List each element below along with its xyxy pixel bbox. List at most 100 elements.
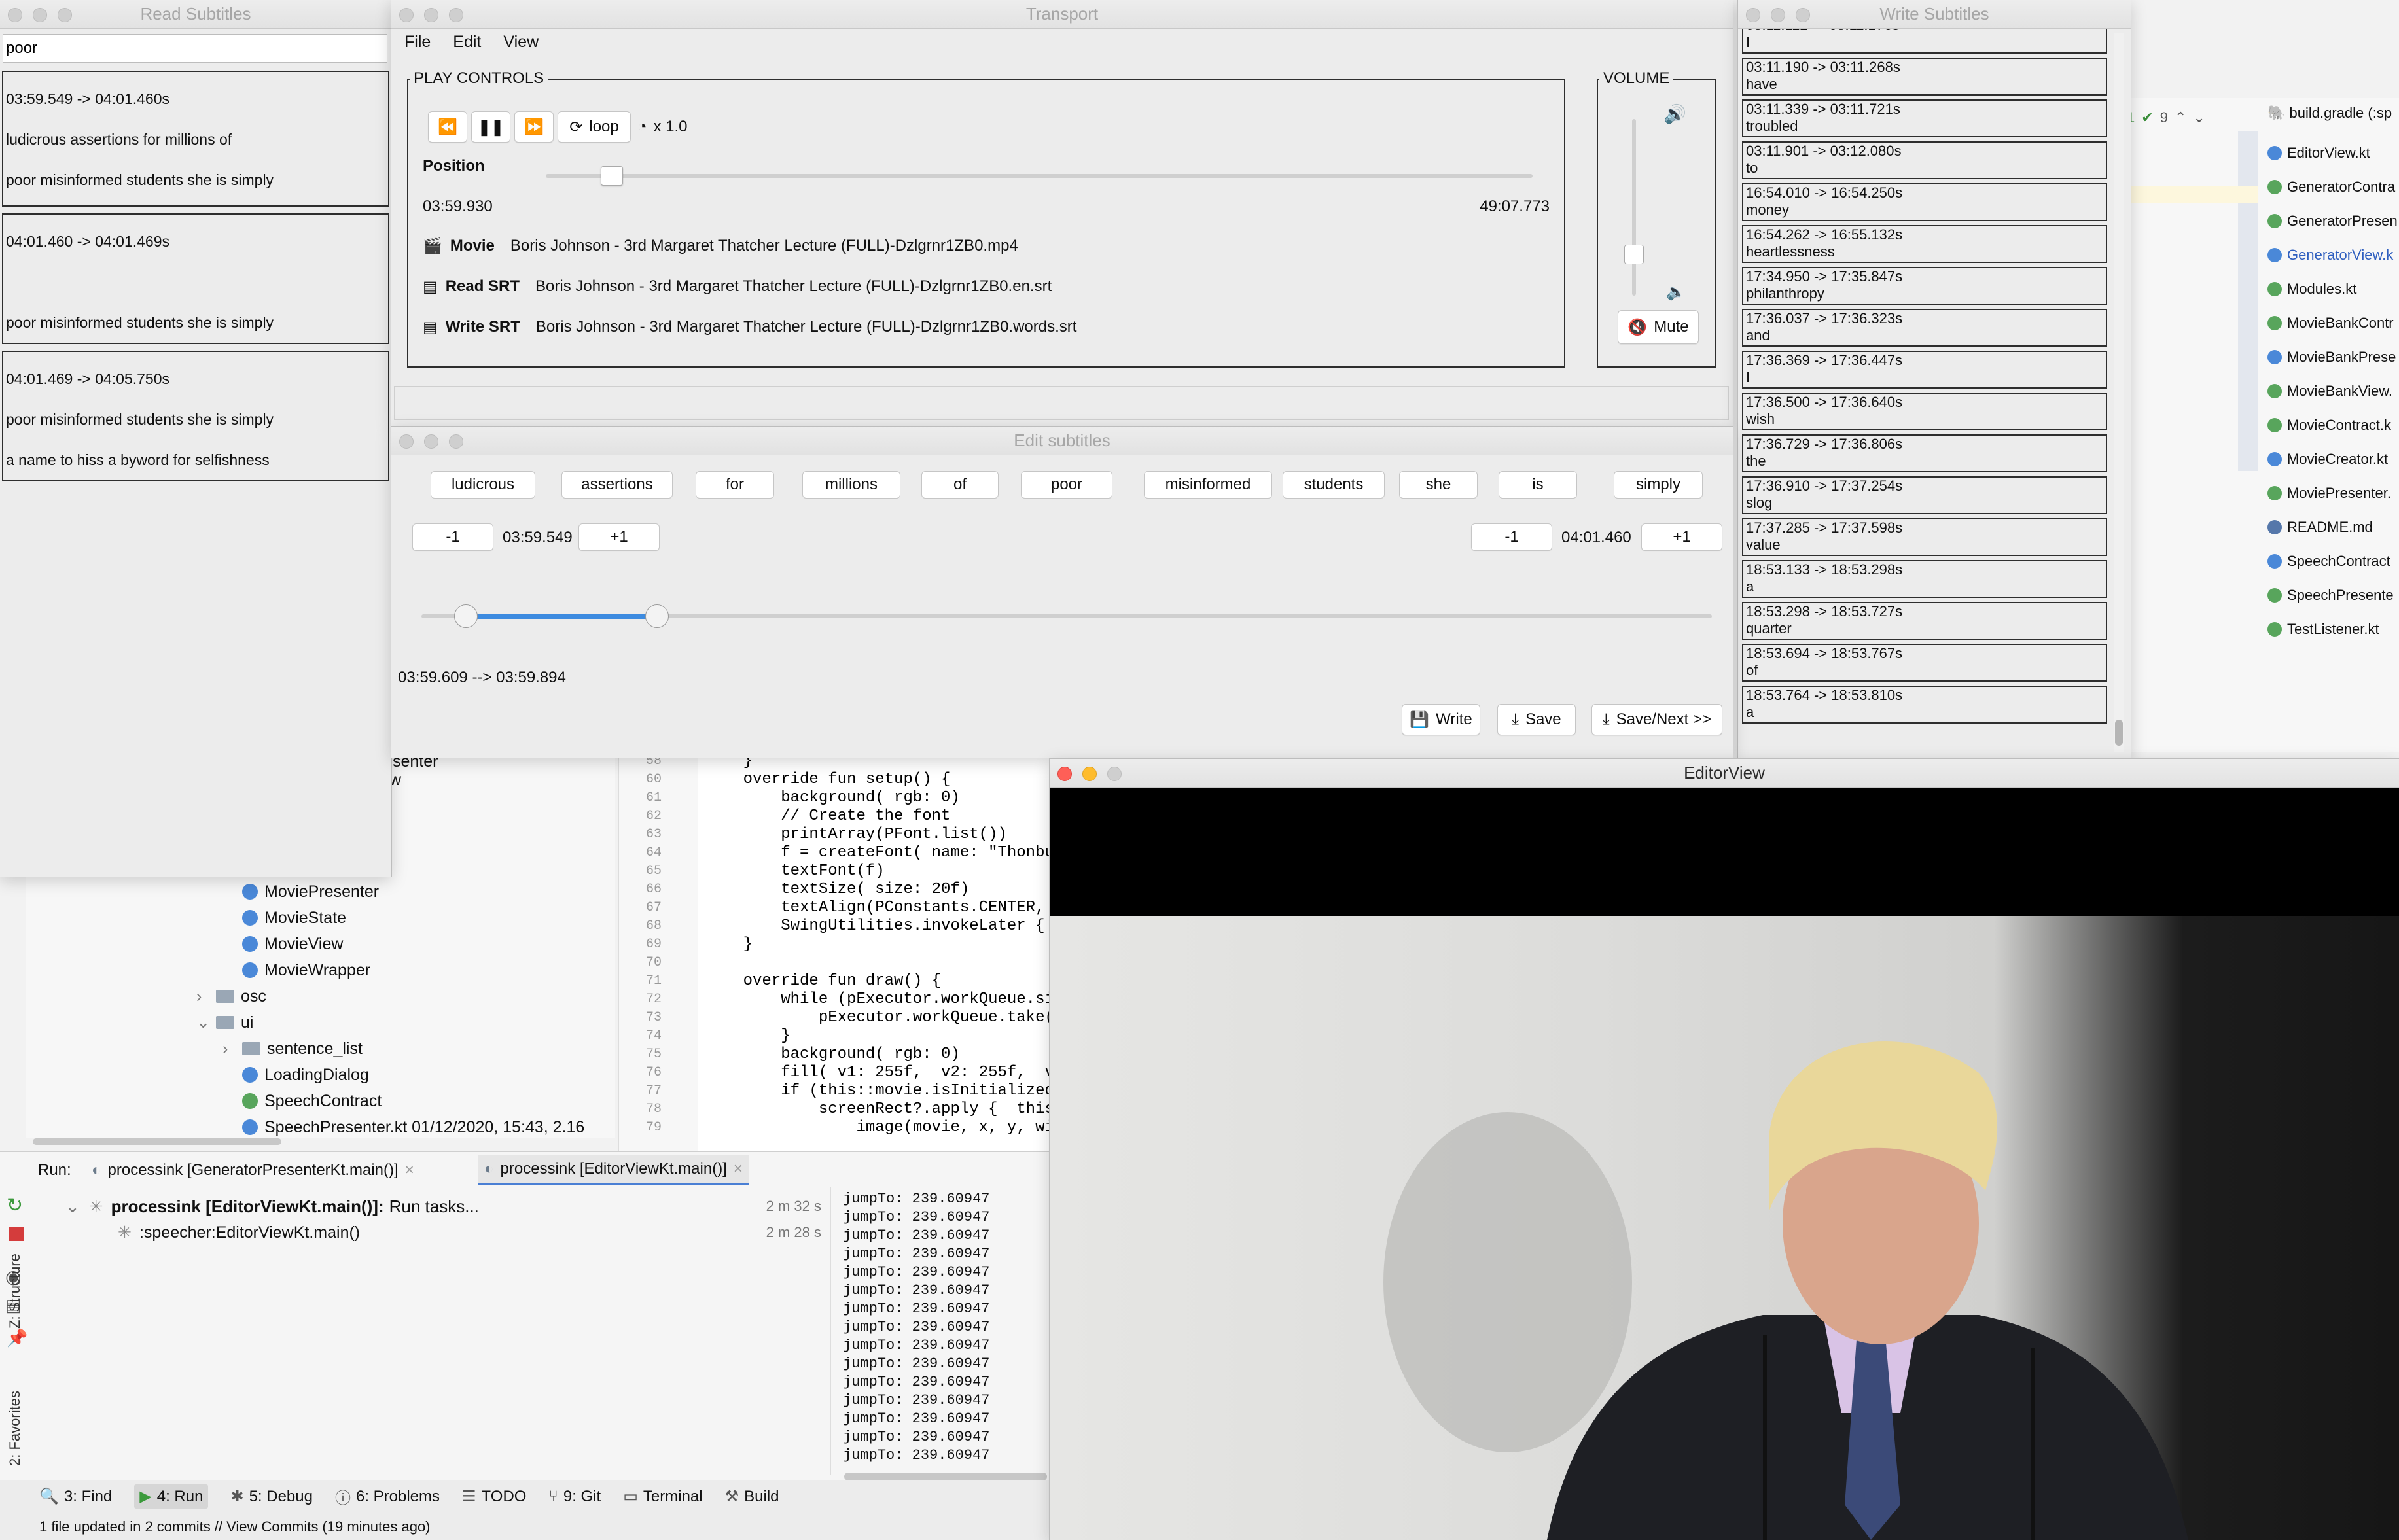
run-tab-generator[interactable]: ◐ processink [GeneratorPresenterKt.main(… [92, 1157, 414, 1183]
write-entry[interactable]: 03:11.190 -> 03:11.268s have [1742, 58, 2107, 96]
word-button[interactable]: poor [1021, 471, 1112, 499]
write-entry[interactable]: 17:37.285 -> 17:37.598s value [1742, 518, 2107, 556]
tree-item[interactable]: MoviePresenter [222, 880, 379, 903]
word-button[interactable]: for [696, 471, 774, 499]
rerun-icon[interactable]: ↻ [7, 1194, 23, 1217]
range-slider[interactable] [421, 603, 1712, 629]
console-output[interactable]: jumpTo: 239.60947 jumpTo: 239.60947 jumpTo… [843, 1190, 1050, 1471]
start-minus-button[interactable]: -1 [412, 523, 493, 551]
chevron-down-icon[interactable]: ⌄ [65, 1197, 80, 1217]
subtitle-card[interactable]: 03:59.549 -> 04:01.460s ludicrous asserti… [2, 71, 389, 207]
project-file-item[interactable]: Modules.kt [2267, 272, 2398, 306]
project-file-item[interactable]: MovieContract.k [2267, 408, 2398, 442]
tool-tab[interactable]: 🔍 3: Find [39, 1487, 112, 1506]
run-tab-editor[interactable]: ◐ processink [EditorViewKt.main()] × [478, 1155, 749, 1185]
word-button[interactable]: of [921, 471, 999, 499]
menu-file[interactable]: File [404, 33, 431, 52]
write-entry[interactable]: 17:36.729 -> 17:36.806s the [1742, 434, 2107, 472]
build-gradle-item[interactable]: 🐘 build.gradle (:sp [2267, 105, 2392, 122]
write-entry[interactable]: 17:34.950 -> 17:35.847s philanthropy [1742, 267, 2107, 305]
write-scrollbar[interactable] [2114, 33, 2124, 752]
project-file-item[interactable]: SpeechPresente [2267, 578, 2398, 612]
tree-item[interactable]: › osc [196, 985, 266, 1008]
tree-item[interactable]: MovieState [222, 906, 346, 930]
code-editor[interactable]: 58 60 61 62 63 64 65 66 67 68 69 70 71 72 73 74 75 76 77 78… [618, 752, 1051, 1151]
subtitle-card[interactable]: 04:01.460 -> 04:01.469s poor misinformed … [2, 213, 389, 344]
tree-item[interactable]: ⌄ ui [196, 1011, 253, 1034]
project-file-item[interactable]: SpeechContract [2267, 544, 2398, 578]
project-file-item[interactable]: MoviePresenter. [2267, 476, 2398, 510]
video-frame[interactable] [1050, 916, 2399, 1540]
menu-view[interactable]: View [503, 33, 539, 52]
chevron-right-icon[interactable]: › [222, 1040, 236, 1059]
write-entry[interactable]: 18:53.694 -> 18:53.767s of [1742, 644, 2107, 682]
write-button[interactable]: 💾 Write [1402, 704, 1480, 735]
minimize-button[interactable] [424, 434, 438, 449]
close-button[interactable] [8, 8, 22, 22]
fast-forward-button[interactable]: ⏩ [514, 111, 554, 143]
word-button[interactable]: she [1399, 471, 1478, 499]
tree-item[interactable]: LoadingDialog [222, 1063, 369, 1087]
close-button[interactable] [1746, 8, 1760, 22]
project-file-item[interactable]: GeneratorPresen [2267, 204, 2398, 238]
write-entry[interactable]: 17:36.500 -> 17:36.640s wish [1742, 393, 2107, 430]
close-button[interactable] [1057, 767, 1072, 781]
write-entry[interactable]: 18:53.133 -> 18:53.298s a [1742, 560, 2107, 598]
position-slider[interactable] [546, 165, 1533, 188]
tree-item[interactable]: SpeechContract [222, 1089, 382, 1113]
word-button[interactable]: misinformed [1144, 471, 1272, 499]
tool-tab[interactable]: ✱ 5: Debug [230, 1487, 313, 1506]
loop-button[interactable]: ⟳ loop [558, 111, 631, 143]
zoom-button[interactable] [1796, 8, 1810, 22]
project-file-item[interactable]: MovieCreator.kt [2267, 442, 2398, 476]
tree-item[interactable]: MovieView [222, 932, 343, 956]
side-structure-tab[interactable]: Z: Structure [7, 1244, 26, 1329]
zoom-button[interactable] [58, 8, 72, 22]
project-file-item[interactable]: MovieBankPrese [2267, 340, 2398, 374]
start-plus-button[interactable]: +1 [578, 523, 660, 551]
menu-edit[interactable]: Edit [453, 33, 481, 52]
end-plus-button[interactable]: +1 [1641, 523, 1722, 551]
zoom-button[interactable] [1107, 767, 1122, 781]
project-file-item[interactable]: GeneratorView.k [2267, 238, 2398, 272]
zoom-button[interactable] [449, 434, 463, 449]
run-subtask-row[interactable]: ✳ :speecher:EditorViewKt.main() 2 m 28 s [118, 1221, 828, 1244]
tool-tab[interactable]: ⑂ 9: Git [548, 1488, 601, 1506]
word-button[interactable]: assertions [561, 471, 673, 499]
project-file-item[interactable]: MovieBankContr [2267, 306, 2398, 340]
write-entry[interactable]: 18:53.764 -> 18:53.810s a [1742, 686, 2107, 724]
word-button[interactable]: simply [1614, 471, 1703, 499]
close-icon[interactable]: × [405, 1161, 414, 1180]
rewind-button[interactable]: ⏪ [428, 111, 467, 143]
inspections-widget[interactable]: 1 ✔ 9 ⌃ ⌄ [2127, 105, 2251, 131]
run-task-row[interactable]: ⌄ ✳ processink [EditorViewKt.main()]: Ru… [65, 1195, 828, 1217]
word-button[interactable]: is [1499, 471, 1577, 499]
tool-tab[interactable]: ☰ TODO [462, 1487, 526, 1506]
chevron-down-icon[interactable]: ⌄ [196, 1013, 210, 1032]
write-entry[interactable]: 18:53.298 -> 18:53.727s quarter [1742, 602, 2107, 640]
subtitle-search-input[interactable] [3, 34, 387, 63]
stop-icon[interactable] [9, 1227, 24, 1241]
pause-button[interactable]: ❚❚ [471, 111, 510, 143]
mute-button[interactable]: 🔇 Mute [1618, 310, 1699, 344]
word-button[interactable]: ludicrous [431, 471, 535, 499]
minimize-button[interactable] [1082, 767, 1097, 781]
pin-icon[interactable]: 📌 [7, 1328, 27, 1348]
side-favorites-tab[interactable]: 2: Favorites [7, 1381, 26, 1466]
save-button[interactable]: ⤓ Save [1497, 704, 1576, 735]
write-entry[interactable]: 16:54.010 -> 16:54.250s money [1742, 183, 2107, 221]
tree-item[interactable]: › sentence_list [222, 1037, 363, 1060]
project-file-item[interactable]: README.md [2267, 510, 2398, 544]
tool-tab[interactable]: ▭ Terminal [623, 1487, 702, 1506]
minimize-button[interactable] [33, 8, 47, 22]
tool-tab[interactable]: ▶ 4: Run [134, 1484, 209, 1509]
status-text[interactable]: 1 file updated in 2 commits // View Comm… [39, 1518, 431, 1535]
write-entry[interactable]: 03:11.901 -> 03:12.080s to [1742, 141, 2107, 179]
volume-slider[interactable] [1624, 119, 1644, 296]
close-button[interactable] [399, 8, 414, 22]
write-scroll-thumb[interactable] [2115, 720, 2123, 746]
save-next-button[interactable]: ⤓ Save/Next >> [1591, 704, 1722, 735]
chevron-up-icon[interactable]: ⌃ [2175, 109, 2186, 126]
write-entry[interactable]: 17:36.369 -> 17:36.447s I [1742, 351, 2107, 389]
project-file-item[interactable]: GeneratorContra [2267, 170, 2398, 204]
